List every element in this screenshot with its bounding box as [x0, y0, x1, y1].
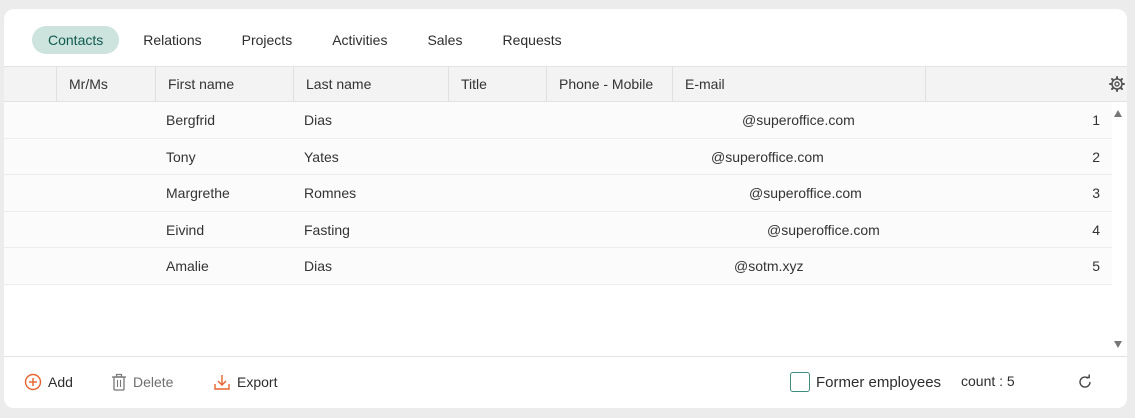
refresh-icon[interactable] [1076, 373, 1094, 391]
plus-circle-icon [24, 373, 42, 391]
table-row[interactable]: Margrethe Romnes @superoffice.com 3 [4, 175, 1112, 212]
former-employees-checkbox[interactable] [790, 372, 810, 392]
column-header-mrms[interactable]: Mr/Ms [56, 67, 155, 101]
vertical-scrollbar[interactable] [1112, 102, 1127, 355]
delete-button[interactable]: Delete [111, 372, 173, 392]
column-header-last-name[interactable]: Last name [293, 67, 448, 101]
table-row[interactable]: Tony Yates @superoffice.com 2 [4, 138, 1112, 176]
add-button[interactable]: Add [24, 372, 73, 392]
tab-relations[interactable]: Relations [127, 26, 217, 54]
table-row[interactable]: Eivind Fasting @superoffice.com 4 [4, 211, 1112, 249]
tab-projects[interactable]: Projects [226, 26, 309, 54]
tab-sales[interactable]: Sales [411, 26, 478, 54]
footer-toolbar: Add Delete Export Former employees count… [4, 356, 1127, 408]
last-name-cell: Dias [304, 112, 333, 128]
tab-bar: Contacts Relations Projects Activities S… [32, 26, 586, 54]
column-header-email[interactable]: E-mail [672, 67, 926, 101]
rank-cell: 4 [1092, 221, 1100, 238]
email-cell[interactable]: @superoffice.com [767, 212, 880, 248]
last-name-cell: Yates [304, 148, 339, 165]
column-header-title[interactable]: Title [448, 67, 546, 101]
column-header-first-name[interactable]: First name [155, 67, 293, 101]
contacts-panel: Contacts Relations Projects Activities S… [4, 9, 1127, 408]
first-name-cell: Tony [166, 148, 196, 165]
table-row[interactable]: Bergfrid Dias @superoffice.com 1 [4, 102, 1112, 139]
export-button[interactable]: Export [213, 372, 277, 392]
rank-cell: 2 [1092, 148, 1100, 165]
last-name-cell: Dias [304, 258, 333, 275]
table-row[interactable]: Amalie Dias @sotm.xyz 5 [4, 248, 1112, 285]
grid-header: Mr/Ms First name Last name Title Phone -… [4, 66, 1127, 102]
triangle-up-icon[interactable] [1114, 110, 1122, 117]
rank-cell: 5 [1092, 258, 1100, 275]
tab-activities[interactable]: Activities [316, 26, 403, 54]
first-name-cell: Amalie [166, 258, 209, 275]
first-name-cell: Eivind [166, 221, 205, 238]
download-icon [214, 375, 230, 390]
column-header-phone-mobile[interactable]: Phone - Mobile [546, 67, 672, 101]
email-cell[interactable]: @superoffice.com [711, 139, 824, 175]
email-cell[interactable]: @superoffice.com [742, 102, 855, 138]
tab-requests[interactable]: Requests [486, 26, 577, 54]
export-label: Export [237, 374, 278, 390]
email-cell[interactable]: @superoffice.com [749, 175, 862, 211]
former-employees-toggle[interactable]: Former employees [790, 372, 941, 392]
contacts-table-body: Bergfrid Dias @superoffice.com 1 Tony Ya… [4, 102, 1112, 285]
last-name-cell: Fasting [304, 221, 350, 238]
email-cell[interactable]: @sotm.xyz [734, 248, 803, 284]
triangle-down-icon[interactable] [1114, 341, 1122, 348]
first-name-cell: Margrethe [166, 185, 230, 202]
record-count: count : 5 [961, 373, 1015, 389]
trash-icon [112, 373, 126, 391]
former-employees-label: Former employees [816, 373, 942, 391]
gear-icon[interactable] [1109, 76, 1125, 92]
first-name-cell: Bergfrid [166, 112, 216, 128]
delete-label: Delete [133, 374, 174, 390]
rank-cell: 1 [1092, 112, 1100, 128]
rank-cell: 3 [1092, 185, 1100, 202]
tab-contacts[interactable]: Contacts [32, 26, 120, 54]
add-label: Add [48, 374, 73, 390]
last-name-cell: Romnes [304, 185, 357, 202]
